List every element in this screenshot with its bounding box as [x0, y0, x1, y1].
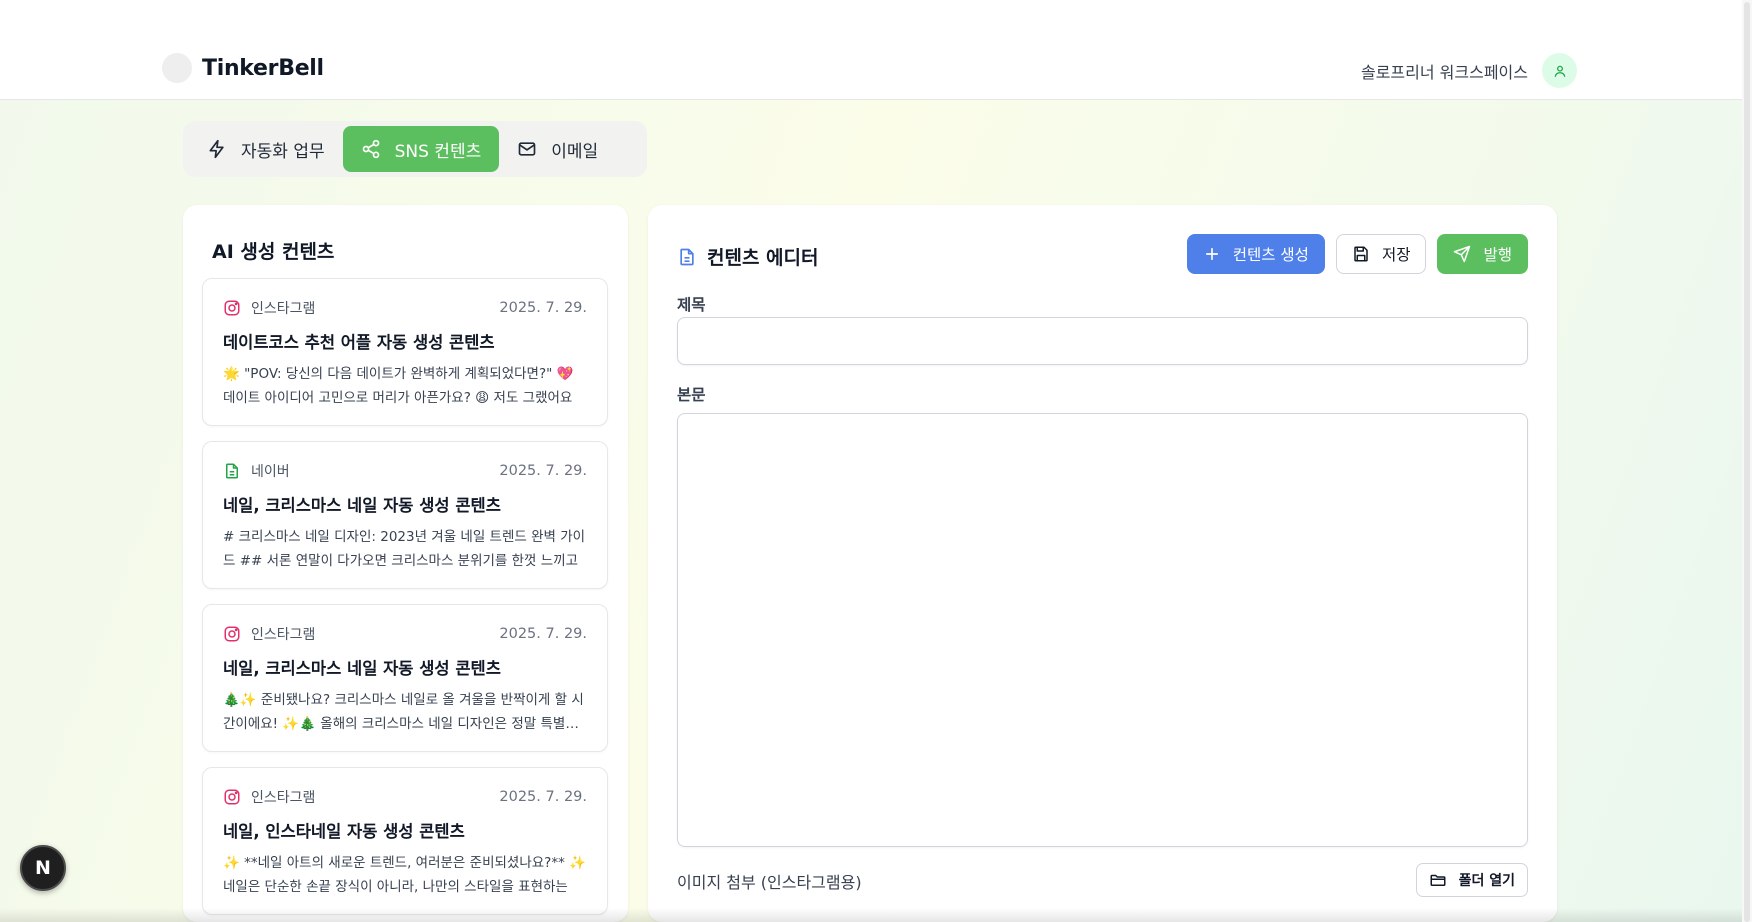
button-label: 폴더 열기	[1458, 873, 1515, 889]
button-label: 저장	[1381, 246, 1411, 264]
card-preview: # 크리스마스 네일 디자인: 2023년 겨울 네일 트렌드 완벽 가이드 #…	[223, 529, 586, 569]
top-header: TinkerBell 솔로프리너 워크스페이스	[0, 0, 1752, 100]
tab-automation[interactable]: 자동화 업무	[189, 126, 343, 172]
save-button[interactable]: 저장	[1335, 234, 1427, 274]
folder-icon	[1430, 874, 1446, 886]
card-date: 2025. 7. 29.	[499, 300, 587, 316]
card-preview: 🌟 "POV: 당신의 다음 데이트가 완벽하게 계획되었다면?" 💖 데이트 …	[223, 366, 574, 406]
body-field-label: 본문	[677, 386, 706, 404]
content-card-list: 인스타그램 2025. 7. 29. 데이트코스 추천 어플 자동 생성 콘텐츠…	[202, 278, 608, 922]
card-title: 데이트코스 추천 어플 자동 생성 콘텐츠	[223, 333, 495, 352]
user-icon	[1554, 65, 1565, 77]
card-platform: 네이버	[251, 464, 290, 480]
content-editor-panel: 컨텐츠 에디터 컨텐츠 생성 저장 발행 제목 본문 이미지 첨부 (인스타그램…	[648, 205, 1557, 922]
card-date: 2025. 7. 29.	[499, 463, 587, 479]
content-card[interactable]: 인스타그램 2025. 7. 29. 네일, 인스타네일 자동 생성 콘텐츠 ✨…	[202, 767, 608, 915]
instagram-icon	[224, 626, 240, 642]
dev-tools-badge[interactable]: N	[20, 845, 66, 891]
content-type-tabs: 자동화 업무 SNS 컨텐츠 이메일	[183, 121, 647, 177]
send-icon	[1454, 245, 1471, 263]
button-label: 컨텐츠 생성	[1232, 246, 1309, 264]
card-platform: 인스타그램	[251, 790, 316, 806]
logo-mark-icon	[162, 53, 192, 83]
plus-icon	[1205, 247, 1218, 261]
open-folder-button[interactable]: 폴더 열기	[1415, 863, 1528, 897]
instagram-icon	[224, 300, 240, 316]
content-card[interactable]: 네이버 2025. 7. 29. 네일, 크리스마스 네일 자동 생성 콘텐츠 …	[202, 441, 608, 589]
user-avatar[interactable]	[1542, 53, 1577, 88]
card-preview: ✨ **네일 아트의 새로운 트렌드, 여러분은 준비되셨나요?** ✨ 네일은…	[223, 855, 586, 895]
content-card[interactable]: 인스타그램 2025. 7. 29. 네일, 크리스마스 네일 자동 생성 콘텐…	[202, 604, 608, 752]
app-name: TinkerBell	[202, 55, 324, 81]
content-list-panel: AI 생성 컨텐츠 인스타그램 2025. 7. 29. 데이트코스 추천 어플…	[183, 205, 628, 922]
card-title: 네일, 크리스마스 네일 자동 생성 콘텐츠	[223, 496, 501, 515]
card-title: 네일, 인스타네일 자동 생성 콘텐츠	[223, 822, 465, 841]
lightning-icon	[209, 139, 224, 159]
body-textarea[interactable]	[677, 413, 1528, 847]
card-preview: 🎄✨ 준비됐나요? 크리스마스 네일로 올 겨울을 반짝이게 할 시간이에요! …	[223, 692, 584, 732]
document-icon	[226, 463, 238, 479]
button-label: 발행	[1483, 246, 1512, 264]
tab-email[interactable]: 이메일	[499, 126, 616, 172]
card-platform: 인스타그램	[251, 627, 316, 643]
image-attach-label: 이미지 첨부 (인스타그램용)	[677, 873, 862, 892]
publish-button[interactable]: 발행	[1437, 234, 1528, 274]
tab-label: SNS 컨텐츠	[394, 141, 482, 162]
title-field-label: 제목	[677, 296, 706, 314]
generate-content-button[interactable]: 컨텐츠 생성	[1186, 234, 1325, 274]
mail-icon	[518, 142, 536, 156]
editor-header: 컨텐츠 에디터	[677, 243, 819, 270]
page-scrollbar[interactable]	[1742, 0, 1752, 922]
card-platform: 인스타그램	[251, 301, 316, 317]
save-icon	[1354, 246, 1368, 262]
editor-actions: 컨텐츠 생성 저장 발행	[1186, 234, 1528, 274]
bottom-fade	[0, 908, 1742, 922]
workspace-name: 솔로프리너 워크스페이스	[1360, 62, 1528, 82]
instagram-icon	[224, 789, 240, 805]
panel-title: AI 생성 컨텐츠	[212, 241, 335, 263]
tab-label: 이메일	[551, 141, 599, 162]
document-icon	[680, 248, 694, 265]
share-icon	[362, 139, 379, 159]
tab-label: 자동화 업무	[241, 141, 325, 162]
workspace-menu[interactable]: 솔로프리너 워크스페이스	[1361, 53, 1577, 88]
card-date: 2025. 7. 29.	[499, 626, 587, 642]
card-title: 네일, 크리스마스 네일 자동 생성 콘텐츠	[223, 659, 501, 678]
card-date: 2025. 7. 29.	[499, 789, 587, 805]
content-card[interactable]: 인스타그램 2025. 7. 29. 데이트코스 추천 어플 자동 생성 콘텐츠…	[202, 278, 608, 426]
app-logo[interactable]: TinkerBell	[162, 53, 324, 83]
editor-title: 컨텐츠 에디터	[707, 247, 819, 269]
scrollbar-thumb[interactable]	[1744, 2, 1750, 922]
tab-sns-content[interactable]: SNS 컨텐츠	[342, 126, 500, 172]
title-input[interactable]	[677, 317, 1528, 365]
